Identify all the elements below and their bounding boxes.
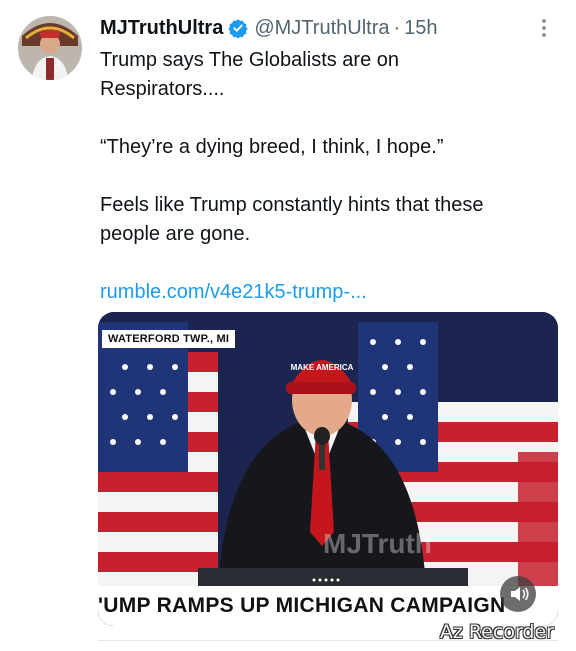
tweet-text: Trump says The Globalists are on Respira… <box>100 46 550 307</box>
tweet-quote: “They’re a dying breed, I think, I hope.… <box>100 136 444 158</box>
video-watermark: MJTruth <box>323 528 432 559</box>
tweet-link[interactable]: rumble.com/v4e21k5-trump-... <box>100 278 550 307</box>
speaker-icon <box>511 587 529 601</box>
display-name[interactable]: MJTruthUltra <box>100 17 223 40</box>
location-chip: WATERFORD TWP., MI <box>102 330 236 348</box>
verified-badge-icon[interactable] <box>228 18 249 38</box>
video-frame: MAKE AMERICA <box>98 312 558 626</box>
recorder-watermark: Az Recorder <box>439 621 554 643</box>
avatar[interactable] <box>18 16 82 80</box>
svg-text:MAKE AMERICA: MAKE AMERICA <box>291 363 354 372</box>
more-options-icon[interactable] <box>534 16 554 40</box>
timestamp[interactable]: 15h <box>404 17 437 40</box>
tweet-text-line: Trump says The Globalists are on <box>100 49 400 71</box>
mute-toggle-button[interactable] <box>500 576 536 612</box>
news-chyron: 'UMP RAMPS UP MICHIGAN CAMPAIGN <box>98 586 558 626</box>
tweet-comment-line: Feels like Trump constantly hints that t… <box>100 194 484 216</box>
video-player[interactable]: MAKE AMERICA WATERFORD TWP., MI MJTruth … <box>98 312 558 626</box>
tweet-comment-line: people are gone. <box>100 223 251 245</box>
tweet-header: MJTruthUltra @MJTruthUltra · 15h <box>100 14 516 42</box>
user-handle[interactable]: @MJTruthUltra <box>254 17 389 40</box>
flag-left-image <box>98 322 218 592</box>
tweet-text-line: Respirators.... <box>100 78 225 100</box>
separator-dot: · <box>393 16 401 39</box>
avatar-image <box>18 16 82 80</box>
